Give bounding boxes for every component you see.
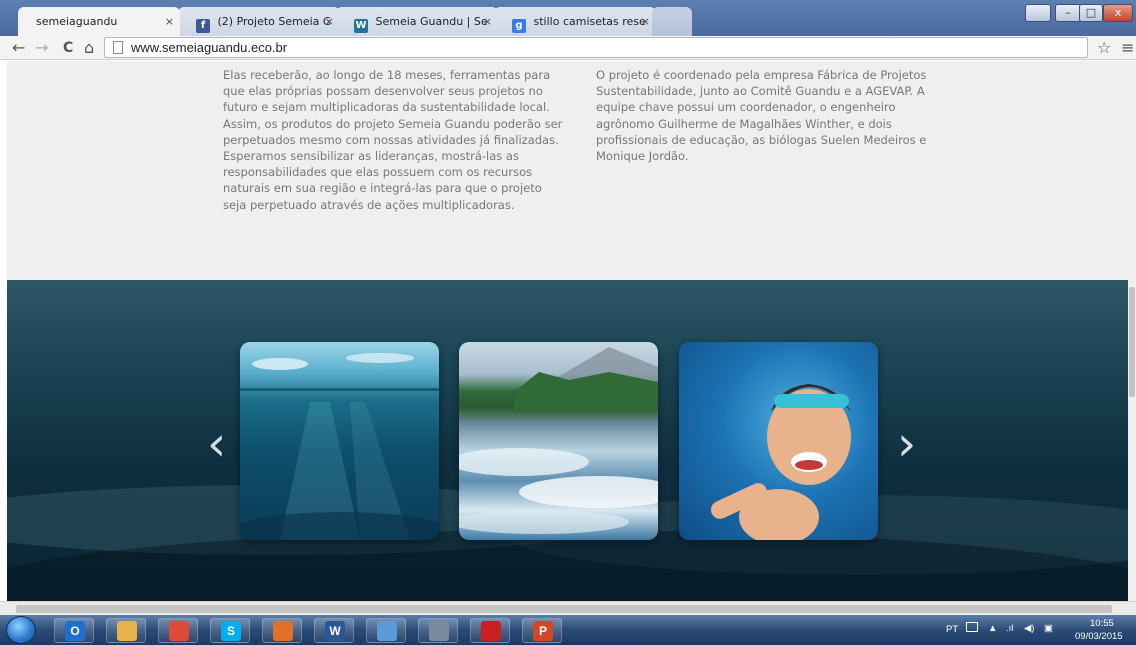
underwater-ocean-photo (240, 353, 439, 540)
close-icon[interactable]: × (325, 7, 334, 36)
volume-icon[interactable]: ◀) (1024, 623, 1034, 634)
powerpoint-icon: P (533, 621, 553, 641)
taskbar-app-skype[interactable]: S (210, 618, 250, 643)
taskbar-app-word[interactable]: W (314, 618, 354, 643)
reload-icon[interactable]: C (63, 38, 73, 58)
carousel-prev-arrow[interactable]: ‹ (207, 420, 226, 468)
taskbar-app-outlook[interactable]: O (54, 618, 94, 643)
tab-semeiaguandu[interactable]: semeiaguandu × (18, 7, 180, 36)
clock-time[interactable]: 10:55 (1090, 618, 1114, 629)
web-page: Elas receberão, ao longo de 18 meses, fe… (7, 61, 1128, 601)
chrome-icon (169, 621, 189, 641)
explorer-icon (117, 621, 137, 641)
taskbar-app-powerpoint[interactable]: P (522, 618, 562, 643)
language-indicator[interactable]: PT (946, 624, 958, 635)
outlook-icon: O (65, 621, 85, 641)
google-icon: g (512, 19, 526, 33)
address-bar[interactable]: www.semeiaguandu.eco.br (104, 37, 1088, 58)
wordpress-icon: W (354, 19, 368, 33)
keyboard-icon[interactable] (966, 622, 978, 632)
tab-title: semeiaguandu (36, 15, 118, 28)
body-text-left: Elas receberão, ao longo de 18 meses, fe… (223, 68, 563, 212)
scroll-thumb[interactable] (16, 605, 1112, 613)
browser-toolbar: ← → C ⌂ www.semeiaguandu.eco.br ☆ ≡ (0, 36, 1136, 60)
tab-title: stillo camisetas resende fo... (533, 15, 646, 28)
start-button[interactable] (6, 616, 36, 644)
network-icon[interactable]: ▣ (1044, 623, 1053, 634)
vertical-scrollbar[interactable] (1128, 61, 1136, 601)
tab-strip: semeiaguandu × f (2) Projeto Semeia Guan… (0, 0, 1136, 36)
screen-icon (429, 621, 449, 641)
home-icon[interactable]: ⌂ (84, 38, 94, 58)
taskbar-app-chrome[interactable] (158, 618, 198, 643)
forward-icon[interactable]: → (35, 38, 48, 58)
minimize-button[interactable]: – (1055, 4, 1081, 22)
system-tray: PT ▲ .ıl ◀) ▣ 10:55 09/03/2015 (940, 615, 1136, 645)
carousel-slide-river[interactable] (459, 342, 658, 540)
water-banner: ‹ › (7, 280, 1128, 601)
taskbar-app-control-panel[interactable] (366, 618, 406, 643)
close-window-button[interactable]: x (1103, 4, 1133, 22)
close-icon[interactable]: × (641, 7, 650, 36)
windows-taskbar: O S W P PT ▲ .ıl ◀) ▣ 10:55 09/03/2015 (0, 615, 1136, 645)
carousel-slide-ocean[interactable] (240, 342, 439, 540)
body-text-right: O projeto é coordenado pela empresa Fábr… (596, 68, 927, 164)
tab-title: Semeia Guandu | Semeia ... (375, 15, 488, 28)
powerpoint-alt-icon (273, 621, 293, 641)
taskbar-app-acrobat[interactable] (470, 618, 510, 643)
menu-icon[interactable]: ≡ (1121, 38, 1134, 58)
tab-wordpress[interactable]: W Semeia Guandu | Semeia ... × (336, 7, 498, 36)
new-tab-button[interactable] (652, 7, 692, 36)
close-icon[interactable]: × (165, 7, 174, 36)
river-rapids-photo (459, 347, 658, 534)
taskbar-app-screen[interactable] (418, 618, 458, 643)
taskbar-app-explorer[interactable] (106, 618, 146, 643)
url-text[interactable]: www.semeiaguandu.eco.br (131, 39, 287, 57)
maximize-button[interactable]: □ (1079, 4, 1103, 22)
acrobat-icon (481, 621, 501, 641)
control-panel-icon (377, 621, 397, 641)
carousel-slide-child[interactable] (679, 342, 878, 540)
signal-icon[interactable]: .ıl (1006, 623, 1013, 634)
tab-google[interactable]: g stillo camisetas resende fo... × (494, 7, 656, 36)
scroll-thumb[interactable] (1129, 287, 1135, 397)
tab-facebook[interactable]: f (2) Projeto Semeia Guandu × (178, 7, 340, 36)
back-icon[interactable]: ← (12, 38, 25, 58)
page-icon (113, 41, 123, 54)
skype-icon: S (221, 621, 241, 641)
taskbar-app-powerpoint-alt[interactable] (262, 618, 302, 643)
close-icon[interactable]: × (483, 7, 492, 36)
clock-date[interactable]: 09/03/2015 (1075, 631, 1123, 642)
carousel-next-arrow[interactable]: › (897, 420, 916, 468)
show-hidden-icons[interactable]: ▲ (988, 623, 997, 634)
star-icon[interactable]: ☆ (1097, 38, 1111, 58)
window-alt-button[interactable] (1025, 4, 1051, 22)
tab-title: (2) Projeto Semeia Guandu (217, 15, 330, 28)
facebook-icon: f (196, 19, 210, 33)
child-swimming-photo (710, 384, 851, 540)
horizontal-scrollbar[interactable] (0, 601, 1136, 615)
word-icon: W (325, 621, 345, 641)
